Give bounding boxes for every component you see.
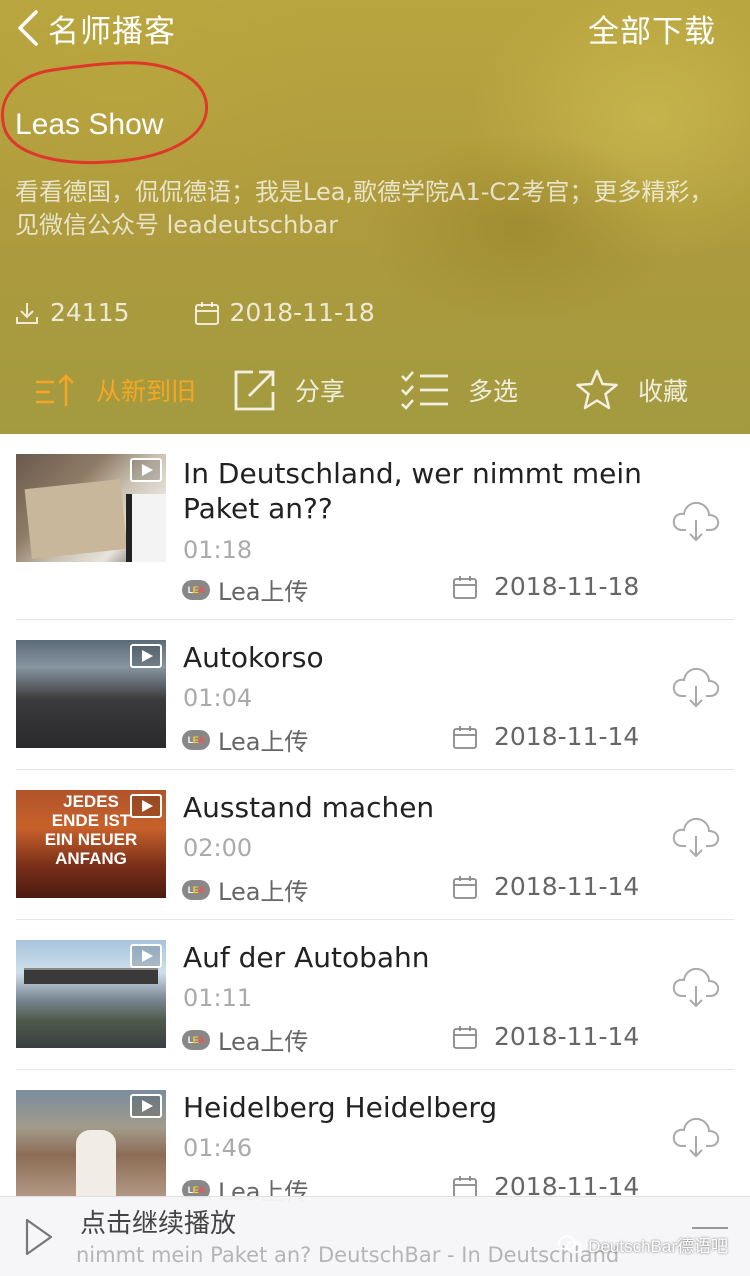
- checklist-icon: [401, 371, 448, 410]
- episode-date-value: 2018-11-14: [494, 722, 640, 751]
- favorite-button[interactable]: 收藏: [574, 368, 688, 412]
- episode-duration: 01:46: [183, 1134, 253, 1162]
- episode-date: 2018-11-14: [453, 722, 639, 751]
- download-all-button[interactable]: 全部下载: [588, 6, 716, 50]
- show-description: 看看德国，侃侃德语；我是Lea,歌德学院A1-C2考官；更多精彩，见微信公众号 …: [15, 178, 714, 239]
- episode-date-value: 2018-11-14: [494, 1022, 640, 1051]
- show-stats: 24115 2018-11-18: [14, 298, 375, 327]
- uploader-label: Lea上传: [218, 878, 309, 906]
- video-icon: [130, 944, 162, 968]
- video-icon: [130, 644, 162, 668]
- nav-title: 名师播客: [48, 13, 176, 50]
- calendar-icon: [453, 1025, 477, 1049]
- episode-duration: 01:04: [183, 684, 253, 712]
- episode-date: 2018-11-14: [453, 872, 639, 901]
- share-button[interactable]: 分享: [233, 368, 345, 412]
- video-icon: [130, 1094, 162, 1118]
- episode-thumbnail: JEDES ENDE IST EIN NEUER ANFANG: [16, 790, 166, 898]
- back-button[interactable]: 名师播客: [14, 6, 176, 50]
- multi-select-button[interactable]: 多选: [400, 368, 518, 412]
- sort-icon: [36, 374, 74, 406]
- favorite-label: 收藏: [638, 377, 689, 406]
- episode-uploader: LEA Lea上传: [182, 722, 308, 757]
- episode-thumbnail: [16, 1090, 166, 1198]
- episode-date-value: 2018-11-14: [494, 872, 640, 901]
- episode-title: Auf der Autobahn: [183, 941, 430, 974]
- cloud-download-icon[interactable]: [672, 964, 720, 1008]
- calendar-icon: [453, 1175, 477, 1199]
- episode-duration: 01:18: [183, 536, 253, 564]
- cloud-download-icon[interactable]: [672, 498, 720, 542]
- podcast-header: 名师播客 全部下载 Leas Show 看看德国，侃侃德语；我是Lea,歌德学院…: [0, 0, 750, 434]
- cloud-download-icon[interactable]: [672, 664, 720, 708]
- lea-logo-icon: LEA: [182, 879, 210, 900]
- uploader-label: Lea上传: [218, 728, 309, 756]
- cloud-download-icon[interactable]: [672, 1114, 720, 1158]
- watermark-text: DeutschBar德语吧: [588, 1237, 728, 1256]
- show-title: Leas Show: [15, 108, 164, 141]
- uploader-label: Lea上传: [218, 1028, 309, 1056]
- player-resume-label: 点击继续播放: [80, 1209, 237, 1239]
- calendar-icon: [453, 575, 477, 599]
- action-bar: 从新到旧 分享 多选 收藏: [0, 360, 750, 420]
- download-count: 24115: [14, 298, 130, 327]
- star-icon: [576, 369, 618, 410]
- chevron-left-icon: [18, 10, 38, 46]
- episode-date: 2018-11-14: [453, 1022, 639, 1051]
- wechat-icon: [558, 1235, 582, 1253]
- episode-duration: 01:11: [183, 984, 253, 1012]
- show-date-value: 2018-11-18: [229, 298, 375, 327]
- cloud-download-icon[interactable]: [672, 814, 720, 858]
- lea-logo-icon: LEA: [182, 579, 210, 600]
- episode-date-value: 2018-11-18: [494, 572, 640, 601]
- episode-uploader: LEA Lea上传: [182, 1022, 308, 1057]
- episode-title: In Deutschland, wer nimmt mein Paket an?…: [183, 457, 642, 525]
- episode-item[interactable]: JEDES ENDE IST EIN NEUER ANFANG Ausstand…: [0, 770, 750, 920]
- episode-item[interactable]: Auf der Autobahn 01:11 LEA Lea上传 2018-11…: [0, 920, 750, 1070]
- lea-logo-icon: LEA: [182, 729, 210, 750]
- calendar-icon: [453, 875, 477, 899]
- episode-title: Heidelberg Heidelberg: [183, 1091, 498, 1124]
- share-label: 分享: [295, 377, 346, 406]
- episode-uploader: LEA Lea上传: [182, 572, 308, 607]
- uploader-label: Lea上传: [218, 578, 309, 606]
- sort-label: 从新到旧: [96, 377, 197, 406]
- episode-item[interactable]: Autokorso 01:04 LEA Lea上传 2018-11-14: [0, 620, 750, 770]
- episode-duration: 02:00: [183, 834, 253, 862]
- download-icon: [16, 302, 38, 324]
- wechat-watermark: DeutschBar德语吧: [558, 1232, 728, 1257]
- play-icon[interactable]: [24, 1217, 54, 1257]
- episode-date: 2018-11-18: [453, 572, 639, 601]
- episode-title: Autokorso: [183, 641, 324, 674]
- episode-thumbnail: [16, 640, 166, 748]
- multi-select-label: 多选: [468, 377, 519, 406]
- download-count-value: 24115: [50, 298, 130, 327]
- episode-uploader: LEA Lea上传: [182, 872, 308, 907]
- video-icon: [130, 794, 162, 818]
- lea-logo-icon: LEA: [182, 1029, 210, 1050]
- episode-title: Ausstand machen: [183, 791, 435, 824]
- share-icon: [234, 370, 275, 411]
- episode-thumbnail: [16, 940, 166, 1048]
- episode-item[interactable]: In Deutschland, wer nimmt mein Paket an?…: [0, 434, 750, 620]
- episode-thumbnail: [16, 454, 166, 562]
- calendar-icon: [194, 301, 219, 325]
- sort-button[interactable]: 从新到旧: [34, 368, 196, 412]
- video-icon: [130, 458, 162, 482]
- show-date: 2018-11-18: [194, 298, 375, 327]
- calendar-icon: [453, 725, 477, 749]
